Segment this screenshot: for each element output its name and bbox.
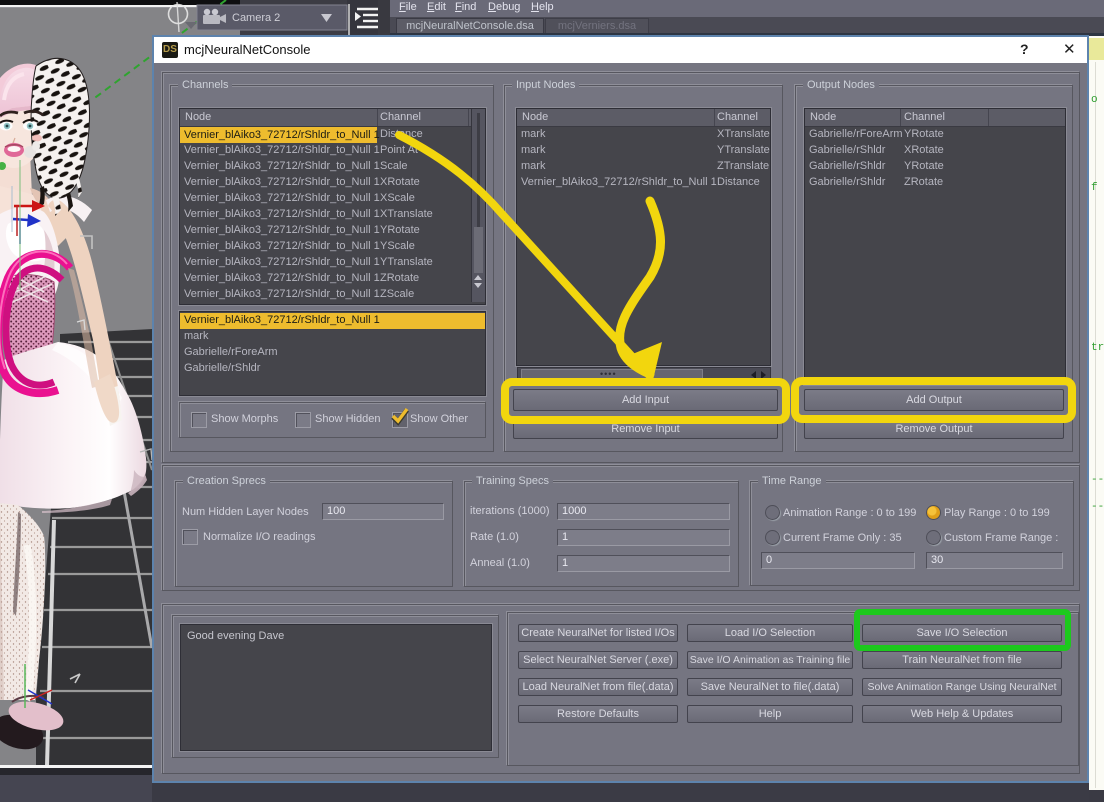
svg-text:Camera 2: Camera 2 <box>232 12 280 24</box>
